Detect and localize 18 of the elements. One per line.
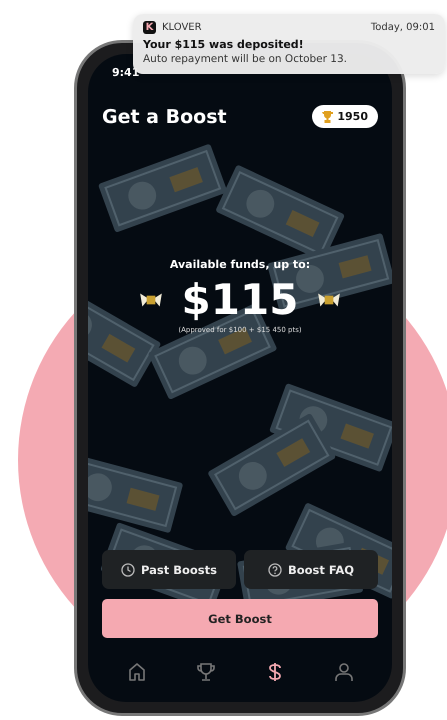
app-name: KLOVER	[162, 22, 202, 33]
points-badge[interactable]: 1950	[312, 105, 378, 128]
help-icon	[268, 562, 282, 576]
home-icon	[126, 662, 146, 682]
screen-title: Get a Boost	[102, 106, 227, 128]
person-icon	[334, 662, 354, 682]
funds-label: Available funds, up to:	[170, 258, 310, 271]
secondary-button[interactable]: Boost FAQ	[244, 550, 378, 589]
notification-title: Your $115 was deposited!	[143, 38, 305, 51]
funds-amount: $115	[182, 275, 298, 324]
notification-text: Auto repayment will be on October 13.	[143, 53, 348, 65]
clock-icon	[121, 562, 135, 576]
notification-time: Today, 09:01	[370, 22, 435, 33]
app-logo-icon: K	[143, 21, 156, 34]
trophy-icon	[196, 662, 216, 682]
trophy-icon	[322, 110, 334, 122]
get-boost-button[interactable]: Get Boost	[102, 599, 378, 638]
secondary-button[interactable]: Past Boosts	[102, 550, 236, 589]
